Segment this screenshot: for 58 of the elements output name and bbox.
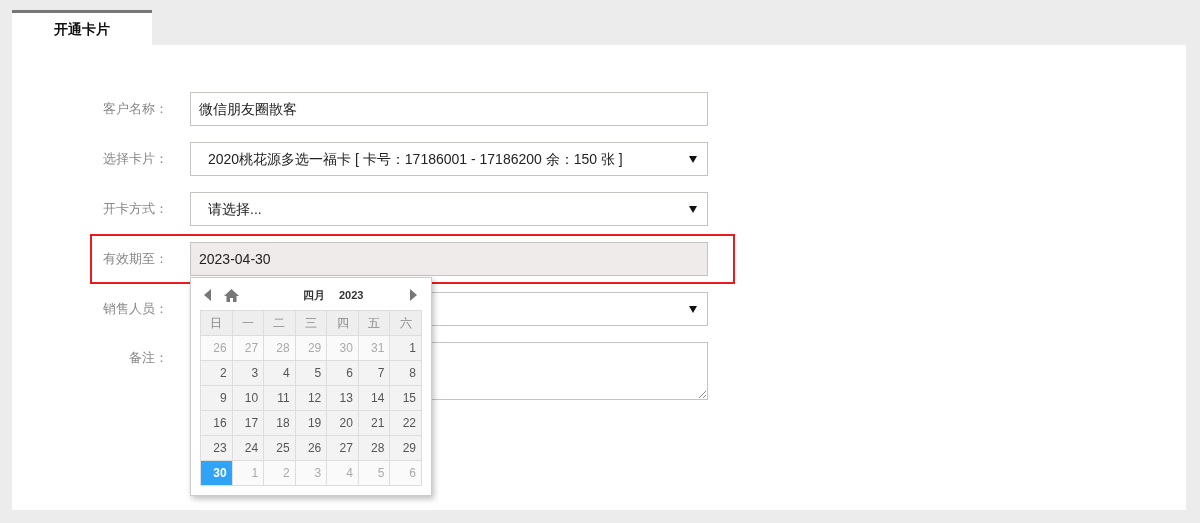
weekday-header: 二: [264, 311, 296, 336]
calendar-day[interactable]: 16: [201, 411, 233, 436]
caret-icon: [689, 206, 697, 213]
customer-name-field[interactable]: 微信朋友圈散客: [190, 92, 708, 126]
calendar-day[interactable]: 1: [390, 336, 422, 361]
year-label[interactable]: 2023: [339, 286, 364, 304]
select-value: 请选择...: [208, 199, 262, 219]
resize-handle-icon[interactable]: [697, 389, 706, 398]
select-value: 2020桃花源多选一福卡 [ 卡号：17186001 - 17186200 余：150 张 ]: [208, 149, 623, 169]
calendar-day[interactable]: 2: [201, 361, 233, 386]
field-label: 客户名称：: [103, 101, 168, 117]
tab[interactable]: 开通卡片: [12, 10, 152, 45]
calendar-day[interactable]: 18: [264, 411, 296, 436]
weekday-header: 四: [327, 311, 359, 336]
calendar-day[interactable]: 20: [327, 411, 359, 436]
calendar-day[interactable]: 8: [390, 361, 422, 386]
calendar-day[interactable]: 26: [295, 436, 328, 461]
calendar-day[interactable]: 15: [390, 386, 422, 411]
next-month-button[interactable]: [410, 289, 418, 301]
calendar-day[interactable]: 5: [295, 361, 328, 386]
calendar-day[interactable]: 14: [358, 386, 391, 411]
weekday-header: 一: [232, 311, 265, 336]
weekday-header: 五: [358, 311, 391, 336]
previous-month-button[interactable]: [204, 289, 212, 301]
weekday-header: 六: [390, 311, 422, 336]
calendar-day[interactable]: 25: [264, 436, 296, 461]
calendar-day[interactable]: 12: [295, 386, 328, 411]
select-field[interactable]: 请选择...: [190, 192, 708, 226]
calendar-day[interactable]: 29: [390, 436, 422, 461]
calendar-day[interactable]: 27: [327, 436, 359, 461]
calendar-day[interactable]: 21: [358, 411, 391, 436]
select-field[interactable]: 2020桃花源多选一福卡 [ 卡号：17186001 - 17186200 余：150 张 ]: [190, 142, 708, 176]
field-label: 销售人员：: [103, 301, 168, 317]
calendar-day[interactable]: 7: [358, 361, 391, 386]
calendar-day[interactable]: 22: [390, 411, 422, 436]
field-label: 选择卡片：: [103, 151, 168, 167]
calendar-day[interactable]: 6: [327, 361, 359, 386]
field-label: 有效期至：: [103, 251, 168, 267]
home-icon[interactable]: [224, 288, 239, 302]
field-label: 备注：: [129, 350, 168, 365]
field-label: 开卡方式：: [103, 201, 168, 217]
caret-icon: [689, 156, 697, 163]
weekday-header: 日: [201, 311, 233, 336]
calendar-day[interactable]: 10: [232, 386, 265, 411]
calendar-day[interactable]: 9: [201, 386, 233, 411]
month-label[interactable]: 四月: [303, 286, 325, 304]
calendar-day[interactable]: 23: [201, 436, 233, 461]
date-field[interactable]: 2023-04-30: [190, 242, 708, 276]
calendar-day[interactable]: 24: [232, 436, 265, 461]
calendar-day[interactable]: 4: [264, 361, 296, 386]
calendar-day[interactable]: 28: [358, 436, 391, 461]
calendar-day[interactable]: 17: [232, 411, 265, 436]
calendar-day[interactable]: 19: [295, 411, 328, 436]
weekday-header: 三: [295, 311, 328, 336]
caret-icon: [689, 306, 697, 313]
calendar-day[interactable]: 3: [232, 361, 265, 386]
calendar-day[interactable]: 13: [327, 386, 359, 411]
calendar-day[interactable]: 11: [264, 386, 296, 411]
